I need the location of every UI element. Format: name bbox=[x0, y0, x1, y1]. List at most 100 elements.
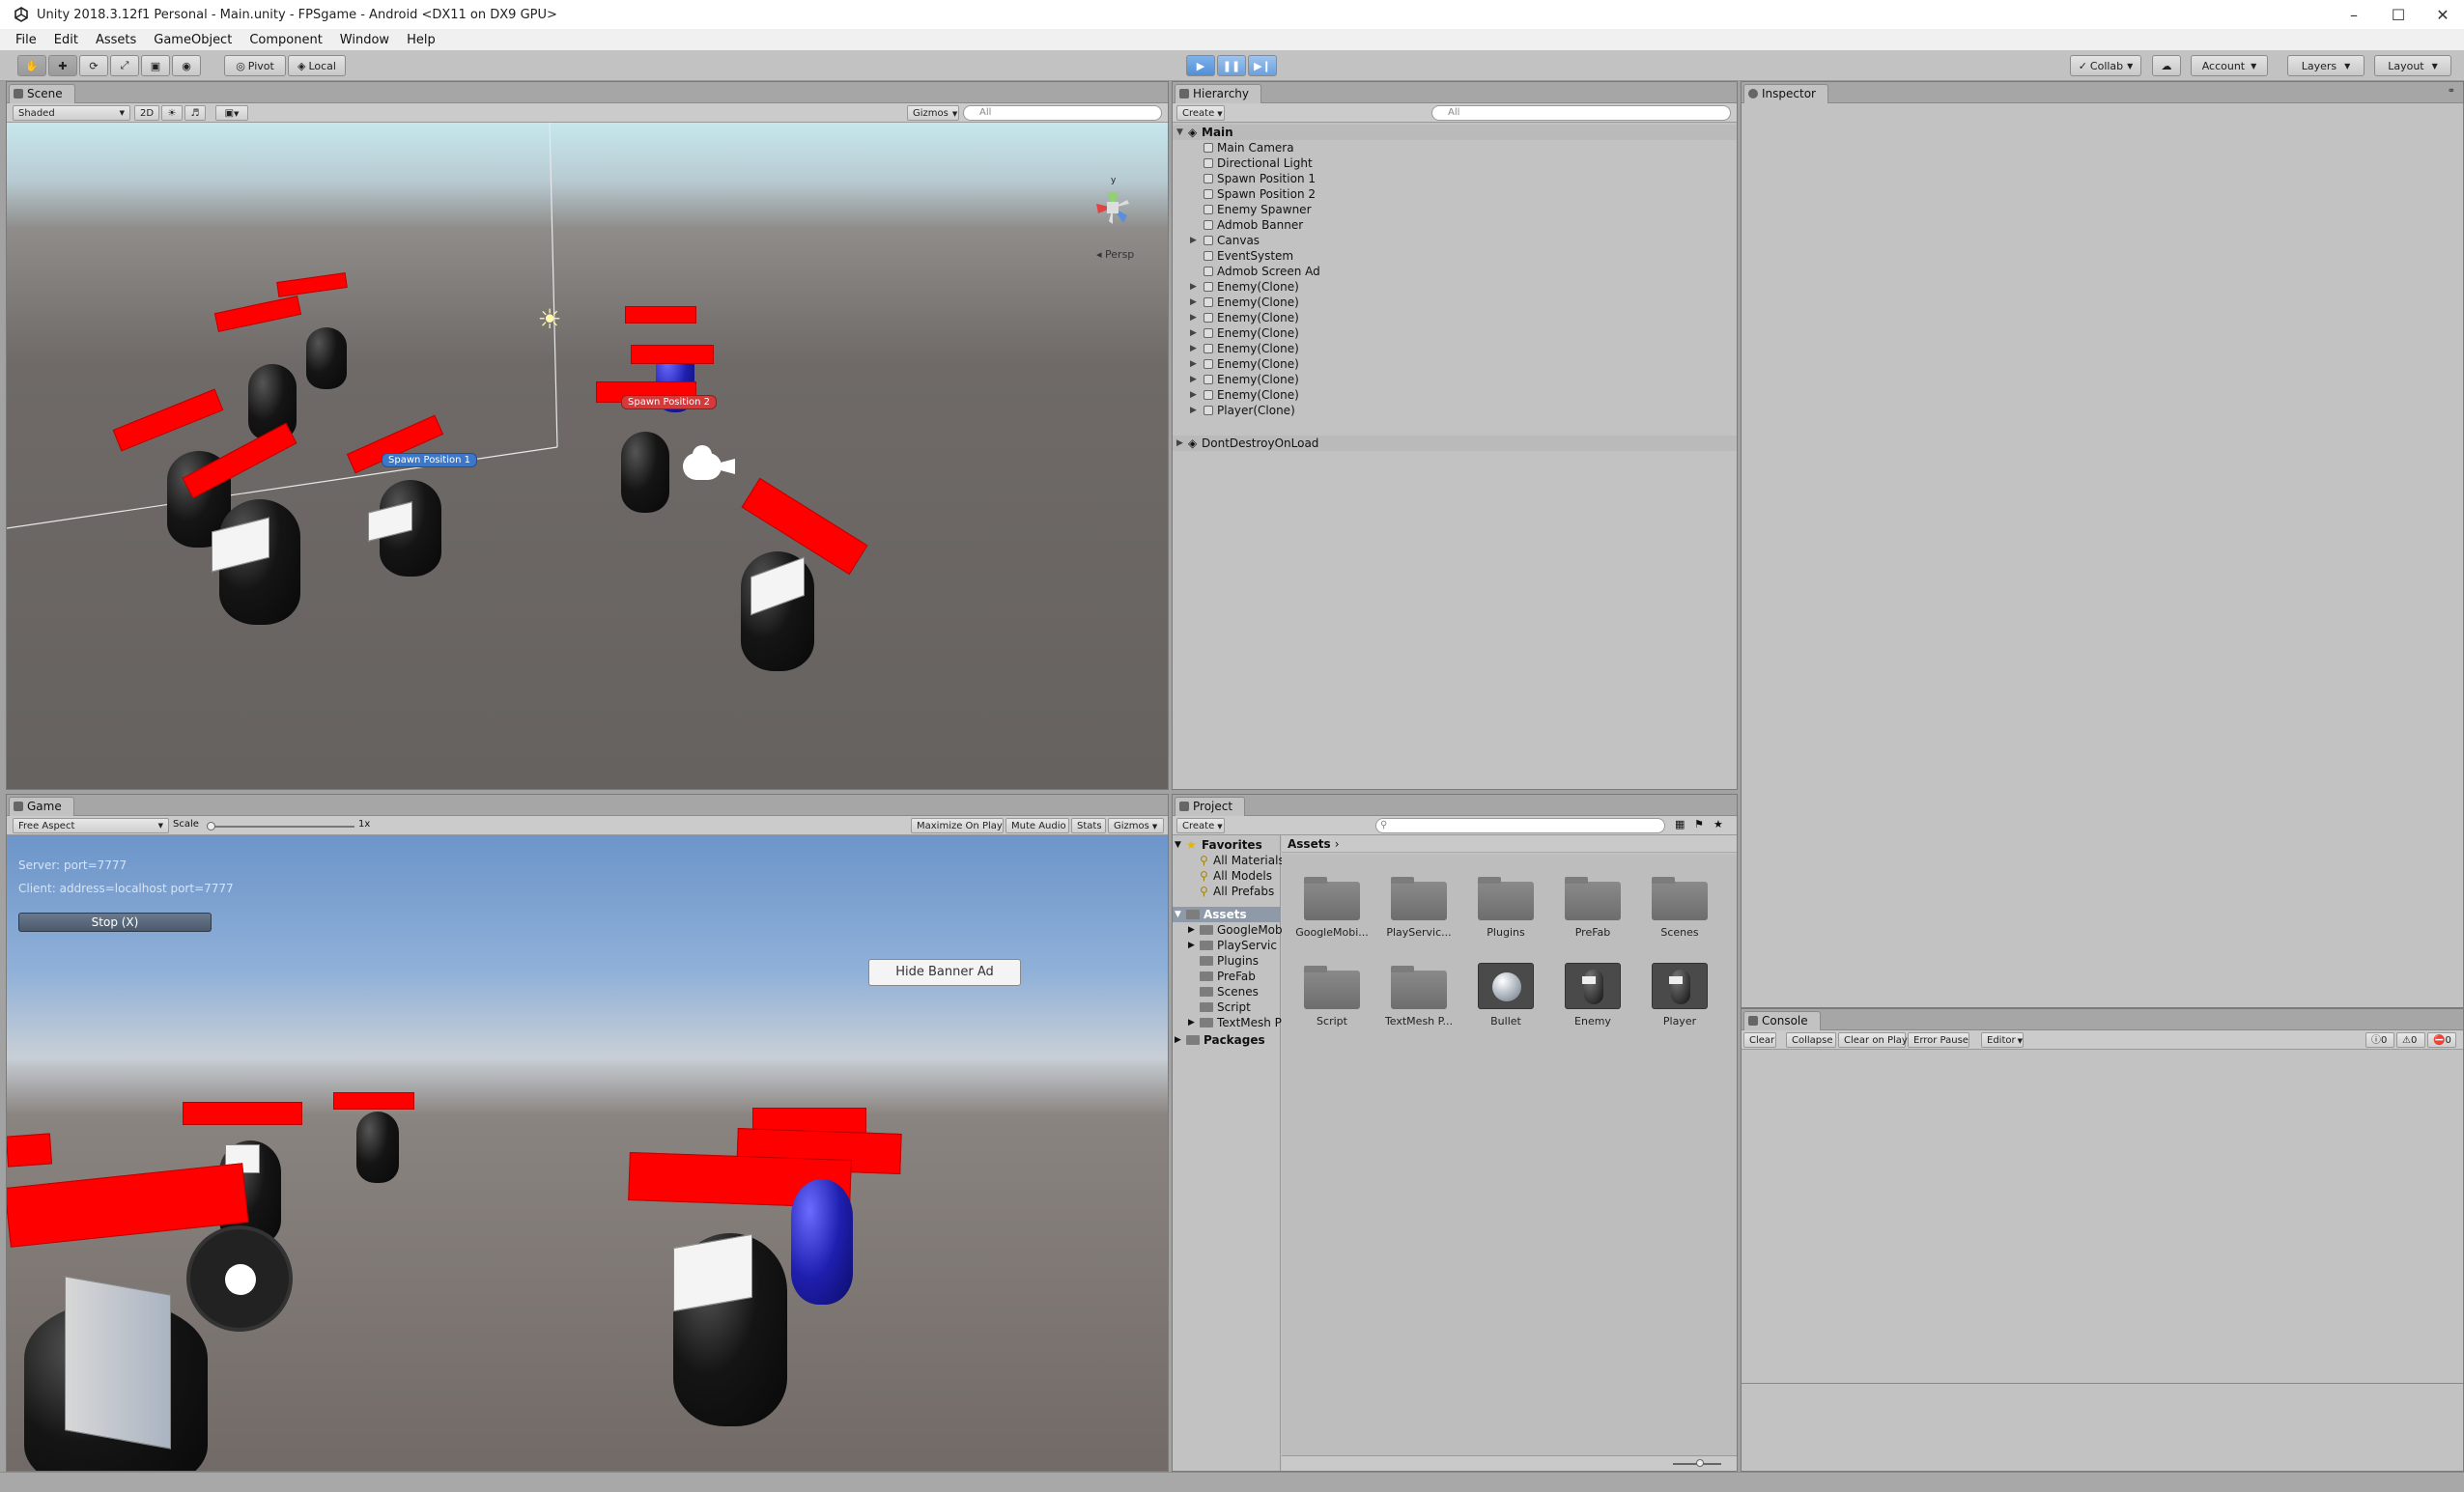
rect-tool-icon[interactable]: ▣ bbox=[141, 55, 170, 76]
console-clear-button[interactable]: Clear bbox=[1743, 1032, 1776, 1048]
hierarchy-item[interactable]: ▶ Enemy(Clone) bbox=[1173, 325, 1737, 341]
transform-tool-icon[interactable]: ◉ bbox=[172, 55, 201, 76]
expand-arrow-icon[interactable]: ▶ bbox=[1190, 341, 1197, 356]
expand-arrow-icon[interactable]: ▶ bbox=[1190, 372, 1197, 387]
gizmos-dropdown[interactable]: Gizmos ▼ bbox=[907, 105, 959, 121]
game-player[interactable] bbox=[791, 1179, 853, 1305]
game-viewport[interactable]: Server: port=7777 Client: address=localh… bbox=[7, 835, 1168, 1471]
persp-label[interactable]: ◂ Persp bbox=[1096, 248, 1134, 261]
hierarchy-item[interactable]: ▶ Enemy(Clone) bbox=[1173, 341, 1737, 356]
hierarchy-item[interactable]: Enemy Spawner bbox=[1173, 202, 1737, 217]
hide-banner-ad-button[interactable]: Hide Banner Ad bbox=[868, 959, 1021, 986]
console-log-area[interactable] bbox=[1742, 1050, 2463, 1384]
hierarchy-item[interactable]: ▶ Enemy(Clone) bbox=[1173, 310, 1737, 325]
hierarchy-item[interactable]: Admob Screen Ad bbox=[1173, 264, 1737, 279]
asset-item[interactable]: TextMesh P... bbox=[1380, 963, 1458, 1028]
hierarchy-item[interactable]: ▶ Enemy(Clone) bbox=[1173, 372, 1737, 387]
camera-gizmo-icon[interactable] bbox=[679, 445, 737, 484]
hierarchy-create-dropdown[interactable]: Create ▼ bbox=[1176, 105, 1225, 121]
rotate-tool-icon[interactable]: ⟳ bbox=[79, 55, 108, 76]
maximize-on-play-toggle[interactable]: Maximize On Play bbox=[911, 818, 1004, 833]
menu-gameobject[interactable]: GameObject bbox=[145, 33, 241, 47]
hierarchy-item[interactable]: Spawn Position 1 bbox=[1173, 171, 1737, 186]
expand-arrow-icon[interactable]: ▶ bbox=[1188, 1015, 1195, 1030]
hierarchy-search-input[interactable]: All bbox=[1431, 105, 1731, 121]
lighting-toggle[interactable]: ☀ bbox=[161, 105, 183, 121]
tab-game[interactable]: Game bbox=[9, 797, 74, 816]
hand-tool-icon[interactable]: ✋ bbox=[17, 55, 46, 76]
menu-edit[interactable]: Edit bbox=[45, 33, 87, 47]
hierarchy-item[interactable]: Directional Light bbox=[1173, 155, 1737, 171]
step-button[interactable]: ▶❙ bbox=[1248, 55, 1277, 76]
cloud-button[interactable]: ☁ bbox=[2152, 55, 2181, 76]
scene-search-input[interactable]: All bbox=[963, 105, 1162, 121]
expand-arrow-icon[interactable]: ▶ bbox=[1190, 387, 1197, 403]
asset-item[interactable]: PreFab bbox=[1554, 874, 1631, 939]
asset-item[interactable]: PlayServic... bbox=[1380, 874, 1458, 939]
asset-item[interactable]: Plugins bbox=[1467, 874, 1544, 939]
dont-destroy-row[interactable]: ▶ ◈ DontDestroyOnLoad bbox=[1173, 436, 1737, 451]
console-collapse-toggle[interactable]: Collapse bbox=[1786, 1032, 1836, 1048]
project-search-input[interactable]: ⚲ bbox=[1375, 818, 1665, 833]
pause-button[interactable]: ❚❚ bbox=[1217, 55, 1246, 76]
stats-toggle[interactable]: Stats bbox=[1071, 818, 1106, 833]
collab-dropdown[interactable]: ✓ Collab ▼ bbox=[2070, 55, 2141, 76]
filter-by-label-icon[interactable]: ⚑ bbox=[1694, 818, 1704, 830]
tab-hierarchy[interactable]: Hierarchy bbox=[1175, 84, 1262, 103]
hierarchy-item[interactable]: EventSystem bbox=[1173, 248, 1737, 264]
menu-component[interactable]: Component bbox=[241, 33, 330, 47]
console-detail-area[interactable] bbox=[1742, 1386, 2463, 1471]
icon-size-slider[interactable] bbox=[1673, 1459, 1721, 1467]
scale-slider[interactable] bbox=[207, 822, 354, 830]
expand-arrow-icon[interactable]: ▶ bbox=[1188, 938, 1195, 953]
clear-on-play-toggle[interactable]: Clear on Play bbox=[1838, 1032, 1908, 1048]
expand-arrow-icon[interactable]: ▼ bbox=[1175, 907, 1181, 922]
warning-count-toggle[interactable]: ⚠0 bbox=[2396, 1032, 2425, 1048]
expand-arrow-icon[interactable]: ▶ bbox=[1190, 325, 1197, 341]
scene-enemy[interactable] bbox=[306, 327, 347, 389]
scale-slider-handle[interactable] bbox=[207, 822, 215, 830]
aspect-dropdown[interactable]: Free Aspect ▼ bbox=[13, 818, 169, 833]
hierarchy-item[interactable]: ▶ Enemy(Clone) bbox=[1173, 356, 1737, 372]
directional-light-icon[interactable]: ☀ bbox=[536, 306, 563, 333]
tab-inspector[interactable]: Inspector bbox=[1743, 84, 1828, 103]
tab-scene[interactable]: Scene bbox=[9, 84, 75, 103]
scale-tool-icon[interactable]: ⤢ bbox=[110, 55, 139, 76]
pivot-toggle[interactable]: ◎ Pivot bbox=[224, 55, 286, 76]
mode-2d-toggle[interactable]: 2D bbox=[134, 105, 159, 121]
info-count-toggle[interactable]: ⓘ0 bbox=[2365, 1032, 2394, 1048]
local-toggle[interactable]: ◈ Local bbox=[288, 55, 346, 76]
expand-arrow-icon[interactable]: ▶ bbox=[1175, 1032, 1181, 1048]
icon-size-slider-handle[interactable] bbox=[1696, 1459, 1704, 1467]
play-button[interactable]: ▶ bbox=[1186, 55, 1215, 76]
expand-arrow-icon[interactable]: ▶ bbox=[1188, 922, 1195, 938]
expand-arrow-icon[interactable]: ▶ bbox=[1190, 403, 1197, 418]
scene-viewport[interactable]: ☀ y ◂ Persp Spawn Position 1 Spawn Posit… bbox=[7, 123, 1168, 789]
close-icon[interactable]: ✕ bbox=[2421, 0, 2464, 29]
menu-file[interactable]: File bbox=[0, 33, 45, 47]
lock-icon[interactable]: ⚭ bbox=[2448, 86, 2455, 97]
hierarchy-item[interactable]: ▶ Player(Clone) bbox=[1173, 403, 1737, 418]
expand-arrow-icon[interactable]: ▶ bbox=[1190, 356, 1197, 372]
favorite-star-icon[interactable]: ★ bbox=[1713, 818, 1723, 830]
asset-item[interactable]: Player bbox=[1641, 963, 1718, 1028]
filter-by-type-icon[interactable]: ▦ bbox=[1675, 818, 1685, 830]
joystick-handle[interactable] bbox=[225, 1264, 256, 1295]
hierarchy-item[interactable]: ▶ Enemy(Clone) bbox=[1173, 295, 1737, 310]
layout-dropdown[interactable]: Layout ▼ bbox=[2374, 55, 2451, 76]
expand-arrow-icon[interactable]: ▶ bbox=[1190, 279, 1197, 295]
expand-arrow-icon[interactable]: ▶ bbox=[1190, 295, 1197, 310]
spawn-position-2-label[interactable]: Spawn Position 2 bbox=[621, 395, 717, 409]
spawn-position-1-label[interactable]: Spawn Position 1 bbox=[382, 453, 477, 467]
scene-enemy[interactable] bbox=[621, 432, 669, 513]
orientation-gizmo-icon[interactable]: y bbox=[1079, 171, 1147, 248]
breadcrumb-assets[interactable]: Assets bbox=[1288, 837, 1331, 851]
asset-item[interactable]: Enemy bbox=[1554, 963, 1631, 1028]
menu-window[interactable]: Window bbox=[331, 33, 398, 47]
game-gizmos-dropdown[interactable]: Gizmos ▼ bbox=[1108, 818, 1164, 833]
scene-row[interactable]: ▼ ◈ Main bbox=[1173, 125, 1737, 140]
hierarchy-item[interactable]: ▶ Canvas bbox=[1173, 233, 1737, 248]
move-tool-icon[interactable]: ✚ bbox=[48, 55, 77, 76]
joystick-base[interactable] bbox=[186, 1225, 293, 1332]
hierarchy-item[interactable]: Main Camera bbox=[1173, 140, 1737, 155]
